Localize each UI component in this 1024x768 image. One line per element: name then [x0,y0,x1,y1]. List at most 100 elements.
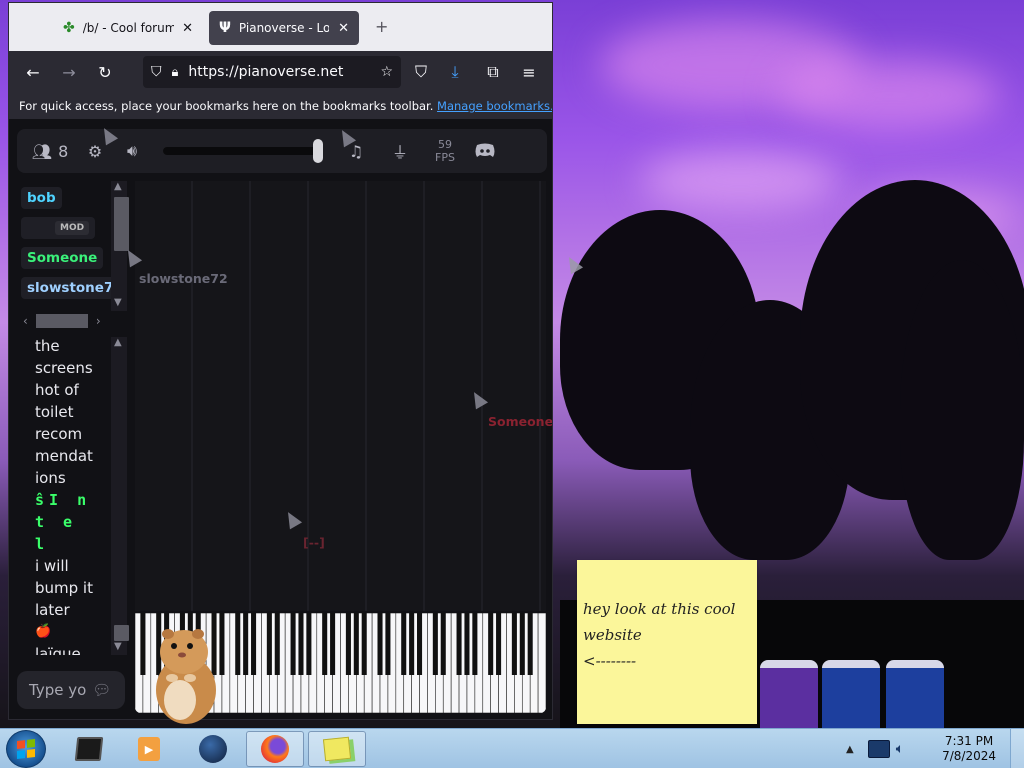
chat-line: later [35,601,70,619]
piano-black-key[interactable] [361,613,367,675]
globe-icon [199,735,227,763]
scroll-thumb[interactable] [114,197,129,251]
piano-black-key[interactable] [519,613,525,675]
discord-icon[interactable] [467,129,503,173]
volume-tray-icon[interactable]: 🔈︎ [896,741,904,757]
piano-black-key[interactable] [322,613,328,675]
star-icon[interactable]: ☆ [380,64,393,80]
scroll-thumb[interactable] [114,625,129,641]
piano-black-key[interactable] [409,613,415,675]
piano-black-key[interactable] [496,613,502,675]
piano-black-key[interactable] [385,613,391,675]
tab-title: /b/ - Cool forum l [82,21,175,35]
taskbar-app-media-player[interactable]: ▶ [120,731,178,767]
scroll-thumb[interactable] [35,314,88,328]
scroll-up-icon[interactable]: ▲ [114,181,122,192]
chat-line: the [35,337,60,355]
chat-line: recom [35,425,83,443]
scroll-up-icon[interactable]: ▲ [114,337,122,348]
forward-button[interactable]: → [51,56,87,88]
pianoverse-page: 👥︎ 8 ⚙ 🔊︎ ♫ ⏚ 59 FPS bob MOD Someone slo… [9,119,552,719]
chat-line: screens [35,359,93,377]
taskbar-app-sticky-notes[interactable] [308,731,366,767]
apple-emoji: 🍎 [35,624,52,639]
scroll-down-icon[interactable]: ▼ [114,297,122,308]
taskbar-app-browser[interactable] [184,731,242,767]
piano-black-key[interactable] [298,613,304,675]
clover-icon: ✤ [63,20,75,36]
taskbar-app-terminal[interactable] [60,731,118,767]
piano-black-key[interactable] [440,613,446,675]
chat-line: i will [35,557,69,575]
fps-value: 59 [438,138,452,151]
piano-black-key[interactable] [511,613,517,675]
scroll-down-icon[interactable]: ▼ [114,641,122,652]
browser-window: ✤ /b/ - Cool forum l ✕ Ψ Pianoverse - Lo… [8,2,553,720]
piano-black-key[interactable] [353,613,359,675]
piano-black-key[interactable] [251,613,257,675]
piano-black-key[interactable] [377,613,383,675]
clock[interactable]: 7:31 PM 7/8/2024 [942,734,996,764]
piano-black-key[interactable] [456,613,462,675]
taskbar-app-firefox[interactable] [246,731,304,767]
piano-black-key[interactable] [464,613,470,675]
piano-black-key[interactable] [290,613,296,675]
bookmarks-message: For quick access, place your bookmarks h… [19,99,434,113]
users-icon: 👥︎ [31,141,53,161]
volume-icon[interactable]: 🔊︎ [115,129,149,173]
clock-time: 7:31 PM [944,734,994,748]
manage-bookmarks-link[interactable]: Manage bookmarks... [437,99,552,113]
scroll-right-icon[interactable]: › [96,314,101,328]
piano-black-key[interactable] [243,613,249,675]
chat-scrollbar[interactable]: ▲ ▼ [111,337,129,655]
menu-icon[interactable]: ≡ [511,56,547,88]
piano-black-key[interactable] [266,613,272,675]
piano-black-key[interactable] [472,613,478,675]
tab-cool-forum[interactable]: ✤ /b/ - Cool forum l ✕ [53,11,203,45]
new-tab-button[interactable]: + [375,17,388,36]
volume-slider[interactable] [163,139,323,163]
horizontal-scrollbar[interactable]: ‹ › [23,313,105,329]
tab-pianoverse[interactable]: Ψ Pianoverse - Lobby ✕ [209,11,359,45]
sticky-note-line: website [583,626,642,644]
pocket-icon[interactable]: ⛉ [403,56,439,88]
top-toolbar: 👥︎ 8 ⚙ 🔊︎ ♫ ⏚ 59 FPS [17,129,547,173]
reload-button[interactable]: ↻ [87,56,123,88]
chat-input[interactable]: Type yo 💬︎ [17,671,125,709]
porta-potty [760,660,818,730]
sticky-note[interactable]: hey look at this cool website <-------- [577,560,757,724]
url-bar[interactable]: ⛉ 🔒︎ https://pianoverse.net ☆ [143,56,401,88]
volume-knob[interactable] [312,139,323,163]
piano-black-key[interactable] [527,613,533,675]
piano-white-key[interactable] [537,613,546,713]
piano-black-key[interactable] [432,613,438,675]
close-tab-icon[interactable]: ✕ [338,21,349,36]
user-list-scrollbar[interactable]: ▲ ▼ [111,181,129,311]
show-hidden-icons-icon[interactable]: ▲ [846,744,854,755]
piano-black-key[interactable] [401,613,407,675]
piano-black-key[interactable] [235,613,241,675]
plug-icon[interactable]: ⏚ [377,129,423,173]
piano-black-key[interactable] [140,613,146,675]
downloads-icon[interactable]: ⤓ [437,56,473,88]
user-item[interactable]: Someone [21,247,104,269]
volume-fill [163,147,318,155]
back-button[interactable]: ← [15,56,51,88]
close-tab-icon[interactable]: ✕ [182,21,193,36]
piano-black-key[interactable] [330,613,336,675]
user-item[interactable]: MOD [21,217,96,239]
show-desktop-button[interactable] [1010,729,1024,768]
extensions-icon[interactable]: ⧉ [475,56,511,88]
user-item[interactable]: slowstone72 [21,277,117,299]
chat-messages: the screens hot of toilet recom mendat i… [35,335,105,655]
piano-black-key[interactable] [488,613,494,675]
piano-black-key[interactable] [274,613,280,675]
user-item[interactable]: bob [21,187,62,209]
user-count[interactable]: 👥︎ 8 [25,129,75,173]
scroll-left-icon[interactable]: ‹ [23,314,28,328]
piano-black-key[interactable] [417,613,423,675]
network-icon[interactable] [867,740,890,758]
piano-black-key[interactable] [306,613,312,675]
piano-black-key[interactable] [345,613,351,675]
start-button[interactable] [6,730,46,768]
